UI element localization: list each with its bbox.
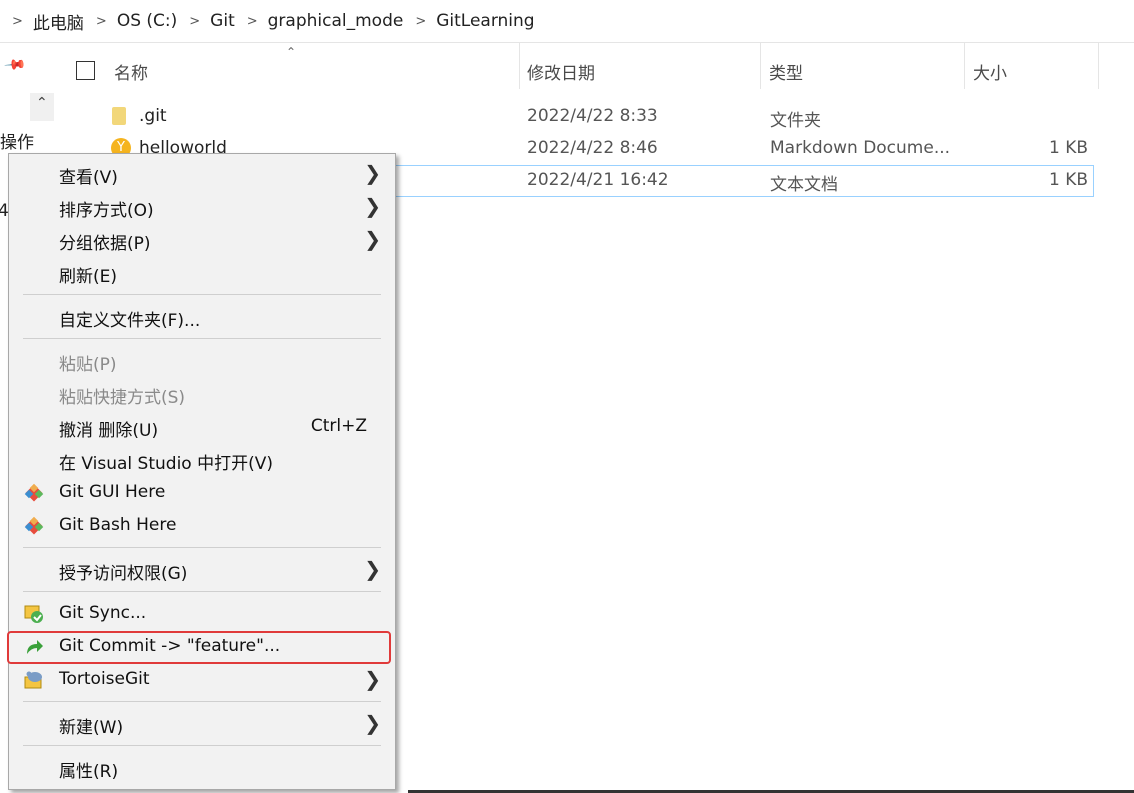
menu-item-label: 在 Visual Studio 中打开(V) (59, 454, 274, 474)
menu-item-group-by[interactable]: 分组依据(P) ❯ (9, 223, 395, 256)
menu-item-label: 粘贴(P) (59, 355, 117, 375)
menu-item-new[interactable]: 新建(W) ❯ (9, 707, 395, 740)
menu-item-grant-access[interactable]: 授予访问权限(G) ❯ (9, 553, 395, 586)
chevron-right-icon[interactable]: > (96, 14, 107, 29)
menu-item-label: 刷新(E) (59, 267, 118, 287)
menu-item-view[interactable]: 查看(V) ❯ (9, 157, 395, 190)
chevron-right-icon: ❯ (364, 161, 381, 185)
chevron-right-icon[interactable]: > (415, 14, 426, 29)
chevron-right-icon[interactable]: > (189, 14, 200, 29)
menu-item-label: 撤消 删除(U) (59, 421, 159, 441)
breadcrumb: > 此电脑 > OS (C:) > Git > graphical_mode >… (0, 0, 1134, 43)
menu-item-sort-by[interactable]: 排序方式(O) ❯ (9, 190, 395, 223)
folder-icon (112, 107, 126, 125)
column-divider[interactable] (760, 43, 761, 89)
menu-item-label: Git Bash Here (59, 515, 177, 535)
chevron-right-icon: ❯ (364, 711, 381, 735)
column-divider[interactable] (1098, 43, 1099, 89)
menu-item-undo-delete[interactable]: 撤消 删除(U) Ctrl+Z (9, 410, 395, 443)
context-menu: 查看(V) ❯ 排序方式(O) ❯ 分组依据(P) ❯ 刷新(E) 自定义文件夹… (7, 153, 396, 790)
menu-item-label: 查看(V) (59, 168, 118, 188)
pin-icon[interactable]: 📌 (3, 53, 27, 76)
menu-item-label: 分组依据(P) (59, 234, 151, 254)
file-size: 1 KB (1048, 170, 1088, 190)
select-all-checkbox[interactable] (76, 61, 95, 80)
chevron-right-icon: ❯ (364, 227, 381, 251)
file-size: 1 KB (1048, 138, 1088, 158)
menu-item-open-in-visual-studio[interactable]: 在 Visual Studio 中打开(V) (9, 443, 395, 476)
column-header: ⌃ 名称 修改日期 类型 大小 (56, 43, 1100, 99)
highlight-annotation-box (7, 631, 391, 664)
menu-item-refresh[interactable]: 刷新(E) (9, 256, 395, 289)
menu-item-paste-shortcut: 粘贴快捷方式(S) (9, 377, 395, 410)
menu-item-shortcut: Ctrl+Z (310, 416, 367, 436)
file-modified: 2022/4/22 8:33 (527, 106, 658, 126)
breadcrumb-item-git[interactable]: Git (210, 11, 235, 31)
menu-separator (23, 338, 381, 339)
column-header-name[interactable]: 名称 (114, 59, 148, 84)
menu-item-label: 属性(R) (59, 762, 119, 782)
menu-separator (23, 701, 381, 702)
menu-item-label: 粘贴快捷方式(S) (59, 388, 186, 408)
menu-item-properties[interactable]: 属性(R) (9, 751, 395, 784)
chevron-right-icon: ❯ (364, 667, 381, 691)
menu-item-label: 自定义文件夹(F)... (59, 311, 201, 331)
menu-item-label: Git GUI Here (59, 482, 166, 502)
breadcrumb-item-graphical-mode[interactable]: graphical_mode (268, 11, 404, 31)
file-type: 文本文档 (770, 175, 838, 195)
menu-item-label: 授予访问权限(G) (59, 564, 188, 584)
menu-item-customize-folder[interactable]: 自定义文件夹(F)... (9, 300, 395, 333)
menu-item-label: 新建(W) (59, 718, 124, 738)
breadcrumb-item-gitlearning[interactable]: GitLearning (436, 11, 534, 31)
chevron-right-icon: ❯ (364, 194, 381, 218)
menu-separator (23, 745, 381, 746)
file-modified: 2022/4/21 16:42 (527, 170, 669, 190)
menu-separator (23, 547, 381, 548)
column-header-type[interactable]: 类型 (769, 59, 803, 84)
tortoisegit-icon (24, 671, 42, 689)
column-header-modified[interactable]: 修改日期 (527, 59, 595, 84)
menu-item-paste: 粘贴(P) (9, 344, 395, 377)
file-name: .git (139, 106, 167, 126)
chevron-right-icon[interactable]: > (12, 14, 23, 29)
git-sync-icon (24, 605, 43, 623)
file-row[interactable]: .git 2022/4/22 8:33 文件夹 (56, 101, 1094, 133)
menu-item-git-sync[interactable]: Git Sync... (9, 597, 395, 630)
menu-item-label: Git Sync... (59, 603, 147, 623)
menu-item-git-gui-here[interactable]: Git GUI Here (9, 476, 395, 509)
file-type: Markdown Docume... (770, 138, 951, 158)
column-divider[interactable] (964, 43, 965, 89)
chevron-up-icon: ⌃ (36, 95, 48, 111)
column-divider[interactable] (519, 43, 520, 89)
chevron-right-icon: ❯ (364, 557, 381, 581)
menu-item-label: 排序方式(O) (59, 201, 154, 221)
menu-item-git-bash-here[interactable]: Git Bash Here (9, 509, 395, 542)
git-logo-icon (24, 516, 44, 535)
sort-ascending-icon: ⌃ (286, 45, 297, 59)
breadcrumb-item-this-pc[interactable]: 此电脑 (33, 9, 84, 34)
file-type: 文件夹 (770, 111, 821, 131)
menu-separator (23, 294, 381, 295)
menu-item-label: TortoiseGit (59, 669, 150, 689)
column-header-size[interactable]: 大小 (973, 59, 1007, 84)
nav-pane-label: 操作 (0, 133, 34, 153)
menu-item-tortoisegit[interactable]: TortoiseGit ❯ (9, 663, 395, 696)
file-modified: 2022/4/22 8:46 (527, 138, 658, 158)
menu-separator (23, 591, 381, 592)
git-logo-icon (24, 483, 44, 502)
breadcrumb-item-drive[interactable]: OS (C:) (117, 11, 177, 31)
chevron-right-icon[interactable]: > (247, 14, 258, 29)
scroll-up-button[interactable]: ⌃ (30, 93, 54, 121)
